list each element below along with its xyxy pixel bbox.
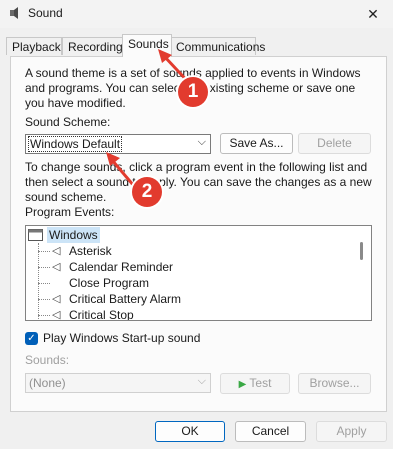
tree-line <box>38 243 39 320</box>
scheme-label: Sound Scheme: <box>25 115 111 129</box>
startup-sound-checkbox[interactable]: ✓ <box>25 332 38 345</box>
event-label: Windows <box>47 227 100 243</box>
window-title: Sound <box>28 6 63 20</box>
scrollbar-thumb[interactable] <box>360 242 363 260</box>
annotation-badge-2: 2 <box>132 177 162 207</box>
sounds-value: (None) <box>29 376 66 390</box>
apply-button[interactable]: Apply <box>316 421 387 442</box>
speaker-icon: ◁ <box>52 293 61 305</box>
event-label: Critical Stop <box>69 308 134 321</box>
test-button[interactable]: ▶ Test <box>220 373 290 394</box>
delete-button[interactable]: Delete <box>298 133 371 154</box>
save-as-button[interactable]: Save As... <box>220 133 293 154</box>
event-label: Critical Battery Alarm <box>69 292 182 306</box>
event-label: Calendar Reminder <box>69 260 174 274</box>
browse-button[interactable]: Browse... <box>298 373 371 394</box>
sounds-dropdown[interactable]: (None) ⌵ <box>25 373 211 393</box>
startup-sound-label[interactable]: Play Windows Start-up sound <box>43 331 200 346</box>
annotation-badge-1: 1 <box>178 77 208 107</box>
events-label: Program Events: <box>25 205 115 219</box>
speaker-icon <box>10 7 18 19</box>
event-label: Close Program <box>69 276 150 290</box>
speaker-icon: ◁ <box>52 261 61 273</box>
speaker-icon: ◁ <box>52 245 61 257</box>
title-bar: Sound ✕ <box>0 0 393 28</box>
event-label: Asterisk <box>69 244 112 258</box>
program-events-list[interactable]: Windows ◁ Asterisk ◁ Calendar Reminder C… <box>25 225 372 321</box>
chevron-down-icon: ⌵ <box>197 136 206 148</box>
chevron-down-icon: ⌵ <box>197 375 206 387</box>
close-button[interactable]: ✕ <box>353 0 393 28</box>
close-icon: ✕ <box>367 5 379 22</box>
speaker-icon: ◁ <box>52 309 61 321</box>
instructions-text: To change sounds, click a program event … <box>25 160 372 204</box>
window-app-icon <box>28 229 43 241</box>
ok-button[interactable]: OK <box>155 421 225 442</box>
sounds-label: Sounds: <box>25 353 70 367</box>
tab-recording[interactable]: Recording <box>62 37 124 55</box>
test-label: Test <box>249 376 272 390</box>
tab-playback[interactable]: Playback <box>6 37 62 55</box>
play-icon: ▶ <box>238 379 247 390</box>
cancel-button[interactable]: Cancel <box>235 421 306 442</box>
